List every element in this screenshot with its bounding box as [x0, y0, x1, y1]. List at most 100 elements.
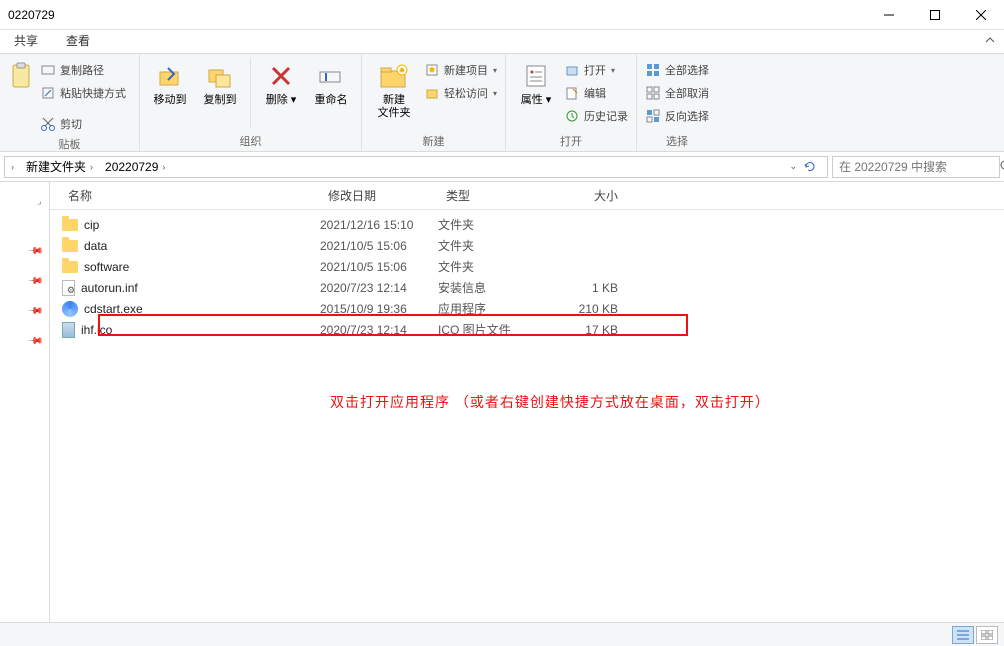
chevron-right-icon: ›	[90, 162, 93, 172]
chevron-right-icon: ›	[34, 198, 44, 208]
file-type: 文件夹	[438, 258, 550, 275]
select-none-icon	[645, 85, 661, 101]
clipboard-group-label: 贴板	[8, 134, 131, 154]
file-row[interactable]: ihf.ico2020/7/23 12:14ICO 图片文件17 KB	[50, 319, 1004, 340]
address-bar-row: › 新建文件夹› 20220729› ⌄	[0, 152, 1004, 182]
new-item-icon: ✹	[424, 62, 440, 78]
application-icon	[62, 301, 78, 317]
tab-view[interactable]: 查看	[52, 28, 104, 53]
move-to-button[interactable]: 移动到	[148, 58, 192, 107]
chevron-down-icon: ▾	[288, 94, 297, 106]
file-date: 2021/10/5 15:06	[320, 239, 438, 253]
tab-share[interactable]: 共享	[0, 28, 52, 53]
nav-pinned-item[interactable]: 📌	[0, 326, 49, 356]
pin-icon: 📌	[26, 273, 43, 290]
nav-pane[interactable]: › 📌 📌 📌 📌 G:)	[0, 182, 50, 622]
path-icon	[40, 62, 56, 78]
address-bar[interactable]: › 新建文件夹› 20220729› ⌄	[4, 156, 828, 178]
minimize-button[interactable]	[866, 0, 912, 30]
open-button[interactable]: 打开▾	[564, 60, 628, 80]
chevron-right-icon: ›	[162, 162, 165, 172]
file-name: software	[84, 260, 129, 274]
svg-text:✹: ✹	[399, 66, 406, 75]
history-label: 历史记录	[584, 108, 628, 124]
search-box[interactable]	[832, 156, 1000, 178]
rename-button[interactable]: 重命名	[309, 58, 353, 107]
view-large-icons-button[interactable]	[976, 626, 998, 644]
chevron-down-icon: ▾	[543, 94, 552, 106]
delete-button[interactable]: 删除 ▾	[259, 58, 303, 107]
column-date[interactable]: 修改日期	[320, 187, 438, 204]
cut-label: 剪切	[60, 116, 82, 132]
nav-pinned-item[interactable]: 📌	[0, 266, 49, 296]
paste-shortcut-button[interactable]: 粘贴快捷方式	[40, 83, 126, 103]
new-item-button[interactable]: ✹新建项目▾	[424, 60, 497, 80]
svg-text:✹: ✹	[428, 65, 436, 75]
file-row[interactable]: cdstart.exe2015/10/9 19:36应用程序210 KB	[50, 298, 1004, 319]
breadcrumb-seg-2[interactable]: 20220729›	[99, 157, 171, 177]
select-all-icon	[645, 62, 661, 78]
shortcut-icon	[40, 85, 56, 101]
search-input[interactable]	[833, 160, 1000, 174]
history-button[interactable]: 历史记录	[564, 106, 628, 126]
chevron-up-icon	[984, 34, 996, 46]
file-row[interactable]: autorun.inf2020/7/23 12:14安装信息1 KB	[50, 277, 1004, 298]
file-size: 210 KB	[550, 302, 630, 316]
file-row[interactable]: software 2021/10/5 15:06文件夹	[50, 256, 1004, 277]
folder-icon	[62, 219, 78, 231]
file-name: cdstart.exe	[84, 302, 143, 316]
ribbon-tabs: 共享 查看	[0, 30, 1004, 54]
view-details-button[interactable]	[952, 626, 974, 644]
status-bar	[0, 622, 1004, 646]
edit-button[interactable]: 编辑	[564, 83, 628, 103]
new-folder-button[interactable]: ✹新建 文件夹	[370, 58, 418, 120]
ribbon-group-organize: 移动到 复制到 删除 ▾ 重命名 组织	[140, 54, 362, 151]
file-row[interactable]: cip 2021/12/16 15:10文件夹	[50, 214, 1004, 235]
file-name: cip	[84, 218, 99, 232]
minimize-icon	[884, 10, 894, 20]
nav-pinned-item[interactable]: 📌	[0, 236, 49, 266]
chevron-down-icon: ▾	[493, 89, 497, 98]
file-type: 文件夹	[438, 237, 550, 254]
invert-label: 反向选择	[665, 108, 709, 124]
window-title: 0220729	[0, 8, 866, 22]
copy-path-button[interactable]: 复制路径	[40, 60, 126, 80]
select-none-button[interactable]: 全部取消	[645, 83, 709, 103]
file-row[interactable]: data2021/10/5 15:06文件夹	[50, 235, 1004, 256]
select-all-button[interactable]: 全部选择	[645, 60, 709, 80]
file-date: 2021/12/16 15:10	[320, 218, 438, 232]
easy-access-button[interactable]: 轻松访问▾	[424, 83, 497, 103]
paste-button[interactable]	[8, 58, 34, 92]
properties-button[interactable]: 属性 ▾	[514, 58, 558, 107]
details-icon	[957, 630, 969, 640]
close-button[interactable]	[958, 0, 1004, 30]
search-button[interactable]	[1000, 160, 1004, 173]
column-type[interactable]: 类型	[438, 187, 550, 204]
cut-button[interactable]: 剪切	[40, 114, 126, 134]
file-type: 文件夹	[438, 216, 550, 233]
refresh-button[interactable]	[803, 160, 827, 174]
column-name[interactable]: 名称	[60, 187, 320, 204]
nav-item[interactable]: ›	[0, 188, 49, 218]
ribbon-expand-button[interactable]	[984, 34, 996, 46]
column-headers: 名称 修改日期 类型 大小	[50, 182, 1004, 210]
scissors-icon	[40, 116, 56, 132]
file-date: 2021/10/5 15:06	[320, 260, 438, 274]
chevron-down-icon: ⌄	[789, 161, 797, 172]
ribbon: 复制路径 粘贴快捷方式 剪切 贴板 移动到 复制到 删除 ▾ 重命名 组织 ✹新…	[0, 54, 1004, 152]
breadcrumb-seg-1[interactable]: 新建文件夹›	[20, 157, 99, 177]
column-size[interactable]: 大小	[550, 187, 630, 204]
invert-selection-button[interactable]: 反向选择	[645, 106, 709, 126]
nav-pinned-item[interactable]: 📌	[0, 296, 49, 326]
move-icon	[154, 60, 186, 92]
delete-icon	[265, 60, 297, 92]
ribbon-group-open: 属性 ▾ 打开▾ 编辑 历史记录 打开	[506, 54, 637, 151]
file-list: cip2021/12/16 15:10文件夹data2021/10/5 15:0…	[50, 210, 1004, 340]
select-none-label: 全部取消	[665, 85, 709, 101]
breadcrumb-root[interactable]: ›	[5, 157, 20, 177]
address-dropdown[interactable]: ⌄	[783, 157, 803, 177]
copy-to-button[interactable]: 复制到	[198, 58, 242, 107]
pin-icon: 📌	[26, 243, 43, 260]
folder-icon	[62, 240, 78, 252]
maximize-button[interactable]	[912, 0, 958, 30]
